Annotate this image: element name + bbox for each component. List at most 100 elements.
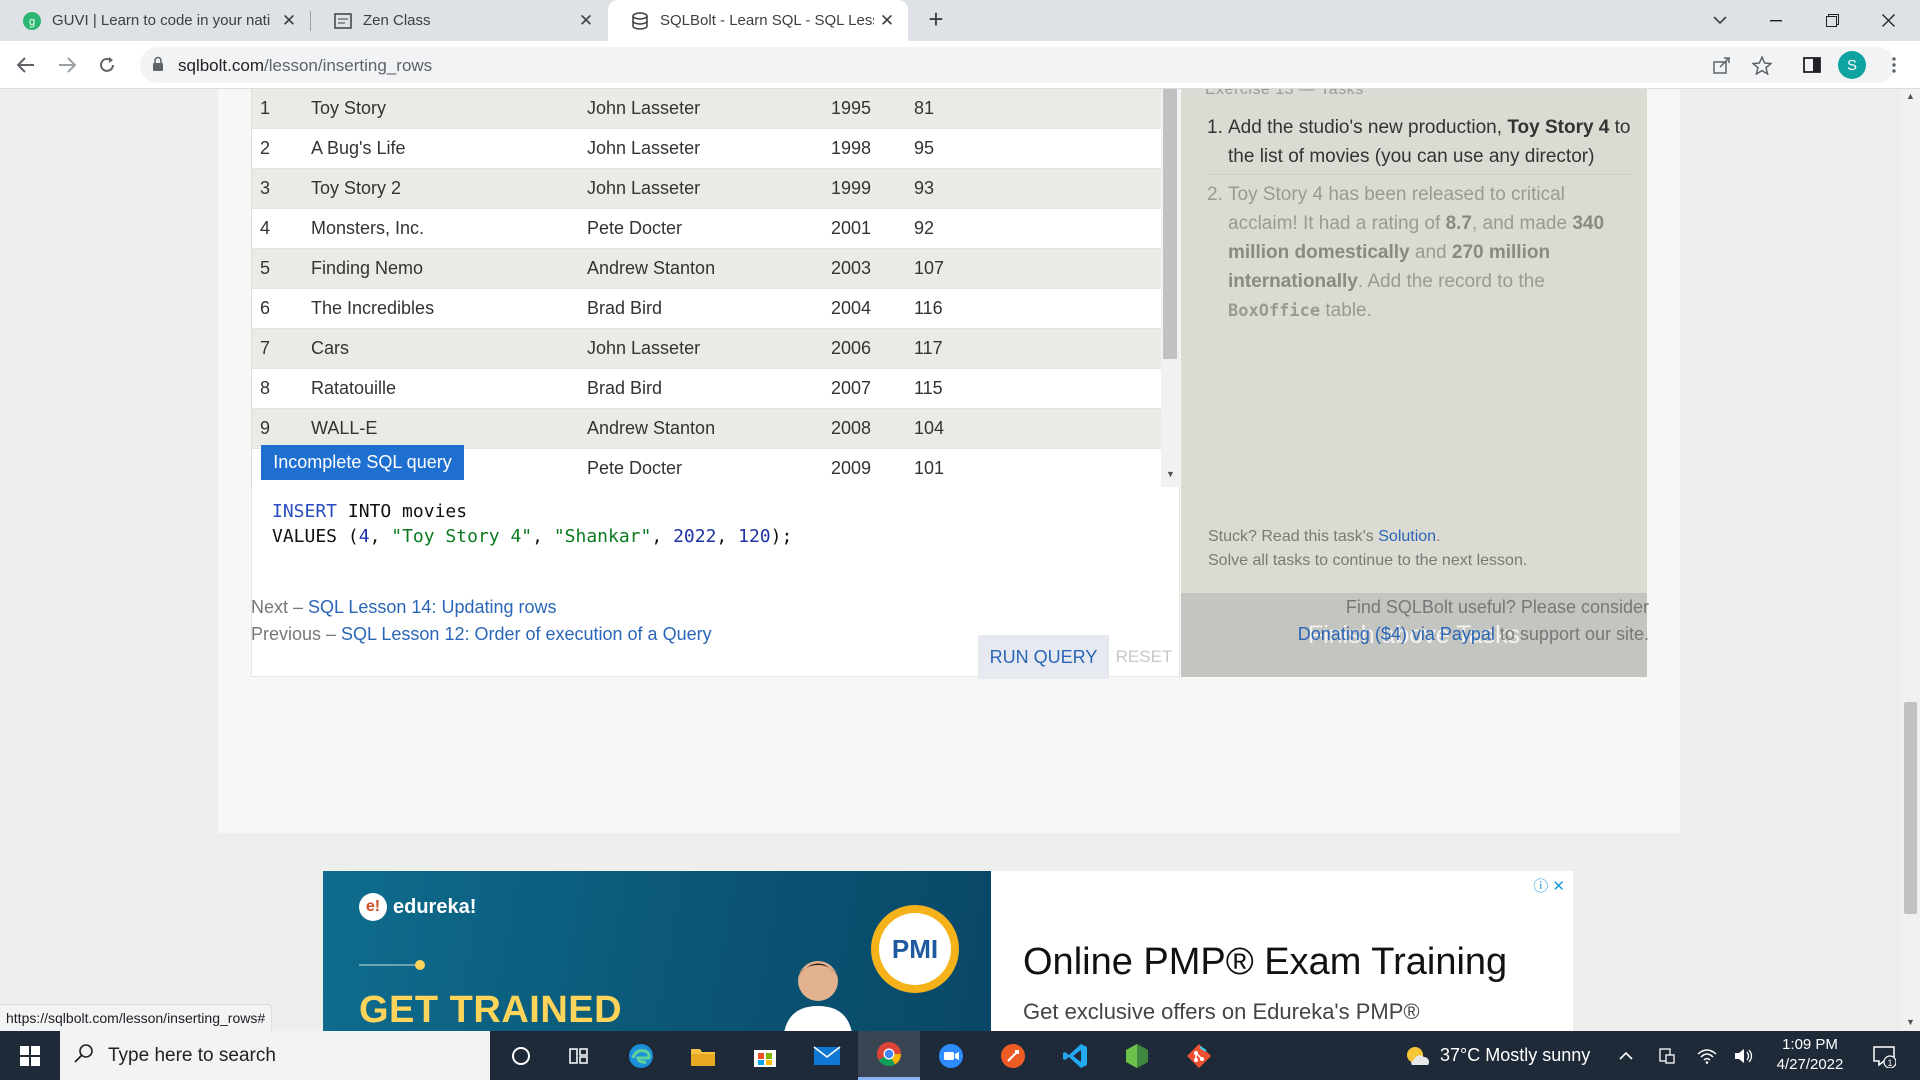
cell-length: 95 [914, 138, 935, 158]
cell-id: 2 [260, 138, 271, 158]
person-illustration-icon [773, 951, 863, 1031]
ad-info-close-icon[interactable]: ⓘ ✕ [1533, 875, 1565, 896]
tab-search-chevron-icon[interactable] [1692, 0, 1748, 41]
weather-widget[interactable]: 37°C Mostly sunny [1404, 1031, 1590, 1080]
cell-id: 1 [260, 98, 271, 118]
ad-subtitle[interactable]: Get exclusive offers on Edureka's PMP® [1023, 999, 1420, 1025]
reload-icon[interactable] [91, 49, 123, 81]
sql-code[interactable]: INSERT INTO movies VALUES (4, "Toy Story… [272, 499, 792, 549]
cell-id: 9 [260, 418, 271, 438]
cell-title: Toy Story 2 [311, 178, 402, 198]
task-view-icon[interactable] [548, 1031, 610, 1080]
close-window-icon[interactable] [1860, 0, 1916, 41]
chevron-up-icon[interactable] [1619, 1031, 1633, 1080]
network-share-icon[interactable] [1658, 1031, 1676, 1080]
scroll-up-arrow-icon[interactable]: ▲ [1906, 91, 1915, 101]
git-icon[interactable] [1168, 1031, 1230, 1080]
browser-menu-icon[interactable] [1878, 49, 1910, 81]
next-lesson-link[interactable]: SQL Lesson 14: Updating rows [308, 597, 556, 617]
windows-taskbar: Type here to search 37°C Mostly sunny 1:… [0, 1031, 1920, 1080]
cell-year: 1999 [831, 178, 872, 198]
reset-button[interactable]: RESET [1109, 635, 1179, 679]
cell-length: 116 [914, 298, 943, 318]
ad-title[interactable]: Online PMP® Exam Training [1023, 941, 1507, 984]
url-text: sqlbolt.com/lesson/inserting_rows [178, 56, 432, 76]
task-divider [1207, 174, 1635, 175]
previous-lesson-link[interactable]: SQL Lesson 12: Order of execution of a Q… [341, 624, 712, 644]
movies-table: 1 Toy Story John Lasseter 1995 81 2 A Bu… [251, 89, 1161, 487]
cell-year: 2001 [831, 218, 872, 238]
minimize-icon[interactable] [1748, 0, 1804, 41]
postman-icon[interactable] [982, 1031, 1044, 1080]
close-tab-icon[interactable]: ✕ [573, 11, 599, 31]
pmi-logo: PMI [871, 905, 959, 993]
zen-class-icon [333, 11, 353, 31]
cell-title: Finding Nemo [311, 258, 424, 278]
table-scroll-thumb[interactable] [1163, 89, 1177, 359]
ad-decor-line [359, 964, 419, 966]
microsoft-store-icon[interactable] [734, 1031, 796, 1080]
mail-icon[interactable] [796, 1031, 858, 1080]
windows-start-icon[interactable] [0, 1031, 60, 1080]
tab-guvi[interactable]: g GUVI | Learn to code in your nati ✕ [0, 0, 310, 41]
zoom-icon[interactable] [920, 1031, 982, 1080]
task-text: Add the studio's new production, Toy Sto… [1228, 117, 1631, 167]
table-row: 9 WALL-E Andrew Stanton 2008 104 [252, 409, 1161, 449]
nodejs-icon[interactable] [1106, 1031, 1168, 1080]
close-tab-icon[interactable]: ✕ [874, 11, 900, 31]
bookmark-star-icon[interactable] [1746, 49, 1778, 81]
cell-director: John Lasseter [587, 178, 701, 198]
scroll-down-arrow-icon[interactable]: ▼ [1166, 469, 1175, 479]
ad-image[interactable]: e! edureka! GET TRAINED PMI [323, 871, 991, 1031]
restore-icon[interactable] [1804, 0, 1860, 41]
cell-year: 2008 [831, 418, 872, 438]
address-bar[interactable]: sqlbolt.com/lesson/inserting_rows [140, 47, 1895, 83]
clock-date: 4/27/2022 [1776, 1056, 1844, 1073]
cell-director: Brad Bird [587, 378, 663, 398]
table-scrollbar[interactable]: ▼ [1161, 89, 1180, 487]
ad-banner[interactable]: e! edureka! GET TRAINED PMI Online PMP® E… [323, 871, 1573, 1031]
edge-browser-icon[interactable] [610, 1031, 672, 1080]
tab-zen-class[interactable]: Zen Class ✕ [311, 0, 607, 41]
share-icon[interactable] [1706, 49, 1738, 81]
wifi-icon[interactable] [1697, 1031, 1717, 1080]
solution-link[interactable]: Solution [1378, 528, 1436, 545]
cell-id: 4 [260, 218, 271, 238]
link-status-url: https://sqlbolt.com/lesson/inserting_row… [0, 1004, 273, 1031]
profile-avatar[interactable]: S [1838, 51, 1866, 79]
cell-director: John Lasseter [587, 98, 701, 118]
chrome-icon[interactable] [858, 1031, 920, 1080]
tab-title: SQLBolt - Learn SQL - SQL Lesson [660, 12, 874, 29]
file-explorer-icon[interactable] [672, 1031, 734, 1080]
back-arrow-icon[interactable] [10, 49, 42, 81]
cell-director: Brad Bird [587, 298, 663, 318]
search-placeholder: Type here to search [108, 1044, 276, 1066]
side-panel-icon[interactable] [1796, 49, 1828, 81]
notifications-icon[interactable]: 1 [1872, 1031, 1896, 1080]
solve-all-note: Solve all tasks to continue to the next … [1208, 552, 1528, 569]
new-tab-button[interactable]: + [922, 6, 950, 34]
page-scrollbar[interactable]: ▲ ▼ [1901, 89, 1920, 1031]
vscode-icon[interactable] [1044, 1031, 1106, 1080]
donate-link[interactable]: Donating ($4) via Paypal [1298, 624, 1495, 644]
close-tab-icon[interactable]: ✕ [276, 11, 302, 31]
volume-icon[interactable] [1734, 1031, 1754, 1080]
tab-sqlbolt[interactable]: SQLBolt - Learn SQL - SQL Lesson ✕ [608, 0, 908, 41]
donate-prompt: Find SQLBolt useful? Please consider [1345, 597, 1649, 617]
table-row: 3 Toy Story 2 John Lasseter 1999 93 [252, 169, 1161, 209]
cell-length: 101 [914, 458, 945, 478]
cell-director: Pete Docter [587, 218, 683, 238]
lock-icon[interactable] [152, 56, 164, 77]
cell-title: Ratatouille [311, 378, 397, 398]
cortana-icon[interactable] [490, 1031, 552, 1080]
page-scroll-thumb[interactable] [1904, 702, 1917, 914]
taskbar-clock[interactable]: 1:09 PM 4/27/2022 [1760, 1035, 1860, 1075]
sqlbolt-icon [630, 11, 650, 31]
cell-id: 8 [260, 378, 271, 398]
run-query-button[interactable]: RUN QUERY [978, 635, 1109, 679]
cell-title: WALL-E [311, 418, 378, 438]
taskbar-search-box[interactable]: Type here to search [60, 1031, 490, 1080]
query-status-badge: Incomplete SQL query [261, 445, 464, 480]
scroll-down-arrow-icon[interactable]: ▼ [1906, 1017, 1915, 1027]
forward-arrow-icon[interactable] [51, 49, 83, 81]
